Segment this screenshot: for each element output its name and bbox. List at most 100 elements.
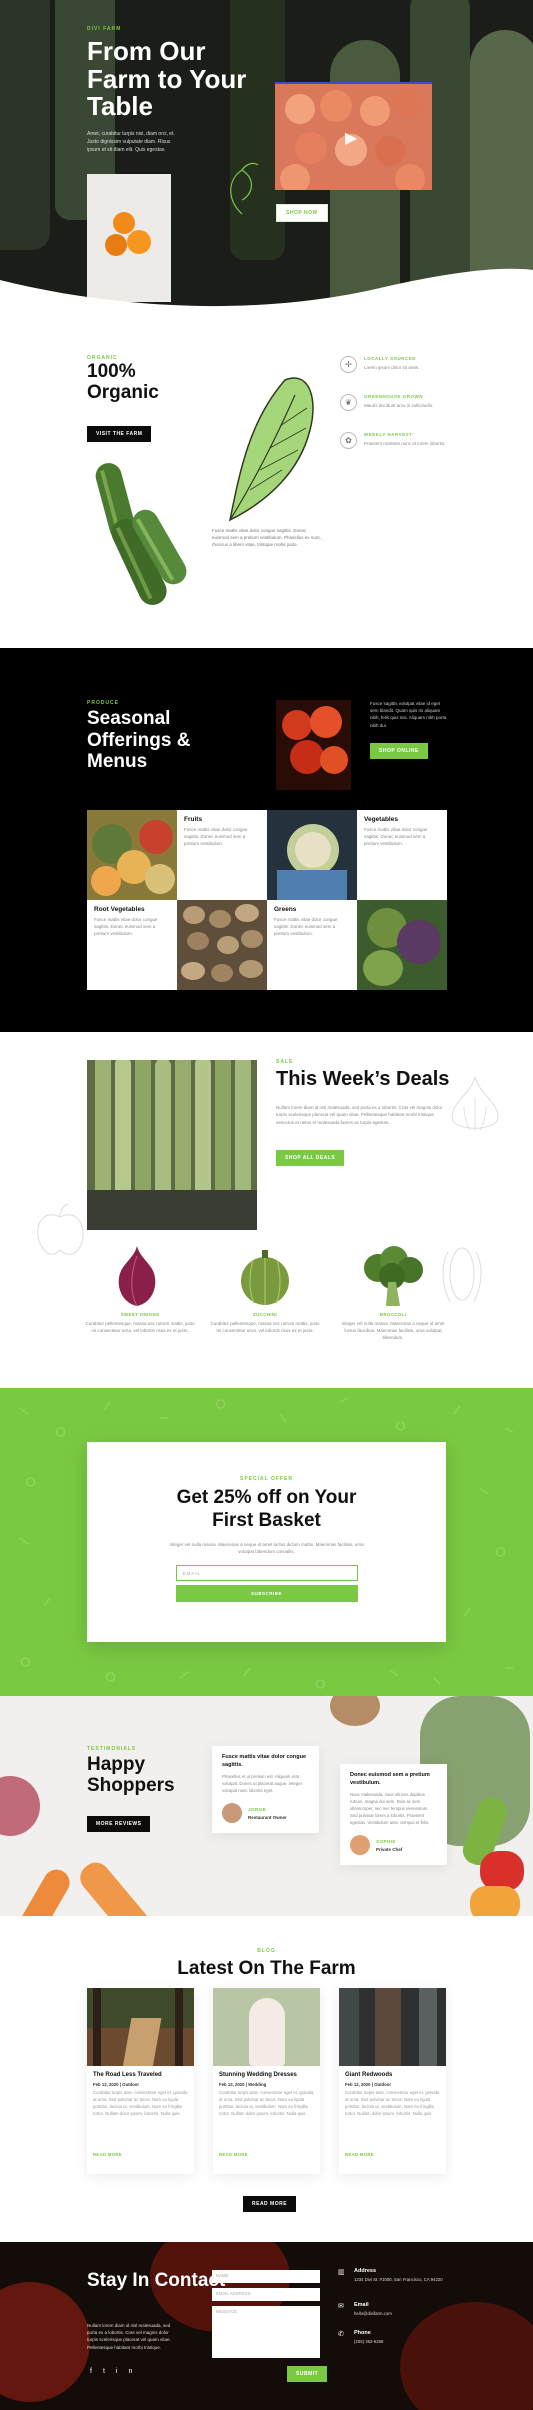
shop-now-button[interactable]: SHOP NOW xyxy=(276,204,328,222)
contact-title: Stay In Contact xyxy=(87,2270,226,2291)
post-meta: Feb 12, 2020 | Wedding xyxy=(219,2082,267,2087)
read-more-button[interactable]: READ MORE xyxy=(243,2196,297,2212)
post-image xyxy=(213,1988,320,2066)
seasonal-section: PRODUCE Seasonal Offerings & Menus Fusce… xyxy=(0,648,533,1032)
seasonal-title: Seasonal Offerings & Menus xyxy=(87,708,191,773)
contact-section: Stay In Contact Nullam lorem diam id nis… xyxy=(0,2242,533,2410)
map-icon: ▥ xyxy=(338,2269,345,2276)
post-title[interactable]: Stunning Wedding Dresses xyxy=(219,2072,297,2078)
asparagus-image xyxy=(87,1060,257,1230)
offer-section: SPECIAL OFFER Get 25% off on Your First … xyxy=(0,1388,533,1696)
deals-section: SALE This Week’s Deals Nullam lorem diam… xyxy=(0,1032,533,1388)
carrot-bg xyxy=(74,1856,156,1916)
category-text: Fusce mattis vitae dolor congue sagittis… xyxy=(274,917,338,936)
feature-title: WEEKLY HARVEST xyxy=(364,432,413,437)
hero-lead: Amet, curabitur turpis nisi, diam orci, … xyxy=(87,131,175,153)
mail-icon: ✉ xyxy=(338,2303,344,2310)
organic-section: ORGANIC 100% Organic VISIT THE FARM Fusc… xyxy=(0,320,533,648)
product-name: ZUCCHINI xyxy=(253,1312,277,1317)
post-meta: Feb 12, 2020 | Outdoor xyxy=(345,2082,392,2087)
shop-all-deals-button[interactable]: SHOP ALL DEALS xyxy=(276,1150,345,1166)
category-root-vegetables[interactable]: Root Vegetables Fusce mattis vitae dolor… xyxy=(87,900,177,990)
peaches-video[interactable]: ▶ xyxy=(275,82,432,190)
post-meta: Feb 12, 2020 | Outdoor xyxy=(93,2082,140,2087)
post-excerpt: Curabitur turpis ante, consectetur eget … xyxy=(93,2090,188,2116)
leaf-icon: ❦ xyxy=(340,394,357,411)
deal-product[interactable]: BROCCOLI Integer vel nulla massa. Maecen… xyxy=(338,1312,448,1342)
category-fruits[interactable]: Fruits Fusce mattis vitae dolor congue s… xyxy=(177,810,267,900)
hero-title: From Our Farm to Your Table xyxy=(87,36,247,122)
fruits-image xyxy=(87,810,177,900)
hero-wave xyxy=(0,268,533,320)
greens-image xyxy=(357,900,447,990)
offer-eyebrow: SPECIAL OFFER xyxy=(240,1476,293,1482)
avatar xyxy=(350,1834,370,1855)
deal-product[interactable]: SWEET ONIONS Curabitur pellentesque, mas… xyxy=(85,1312,195,1334)
pepper-bg xyxy=(470,1886,520,1916)
message-textarea[interactable]: MESSAGE xyxy=(212,2306,320,2358)
email-address-input[interactable]: EMAIL ADDRESS xyxy=(212,2288,320,2301)
category-title: Root Vegetables xyxy=(94,906,145,913)
seasonal-eyebrow: PRODUCE xyxy=(87,700,120,706)
feature-title: GREENHOUSE GROWN xyxy=(364,394,424,399)
category-title: Greens xyxy=(274,906,297,913)
blog-section: BLOG Latest On The Farm The Road Less Tr… xyxy=(0,1916,533,2242)
more-reviews-button[interactable]: MORE REVIEWS xyxy=(87,1816,151,1832)
category-text: Fusce mattis vitae dolor congue sagittis… xyxy=(184,827,248,846)
testimonial-card: Fusce mattis vitae dolor congue sagittis… xyxy=(212,1746,319,1833)
testimonials-title: Happy Shoppers xyxy=(87,1754,175,1797)
apple-doodle xyxy=(37,1203,84,1255)
contact-desc: Nullam lorem diam id nisl malesuada, sed… xyxy=(87,2323,171,2350)
submit-button[interactable]: SUBMIT xyxy=(287,2366,328,2382)
lettuce-image xyxy=(228,377,314,522)
feature-text: Mauris tincidunt arcu in sollicitudin. xyxy=(364,403,434,408)
linkedin-icon[interactable]: in xyxy=(116,2368,143,2375)
post-title[interactable]: Giant Redwoods xyxy=(345,2072,392,2078)
email-input[interactable]: EMAIL xyxy=(175,1564,358,1581)
category-text: Fusce mattis vitae dolor congue sagittis… xyxy=(364,827,428,846)
corn-doodle xyxy=(442,1247,482,1303)
potatoes-image xyxy=(177,900,267,990)
post-image xyxy=(339,1988,446,2066)
shop-online-button[interactable]: SHOP ONLINE xyxy=(370,743,428,759)
read-more-link[interactable]: READ MORE xyxy=(345,2152,374,2157)
twitter-icon[interactable]: t xyxy=(103,2368,116,2375)
facebook-icon[interactable]: f xyxy=(90,2368,103,2375)
testimonial-text: Phasellus et ut pretium est. Aliquam era… xyxy=(222,1774,303,1794)
offer-title: Get 25% off on Your First Basket xyxy=(176,1487,357,1531)
onion-image xyxy=(118,1246,156,1307)
blog-post[interactable]: Stunning Wedding Dresses Feb 12, 2020 | … xyxy=(213,1988,320,2174)
author-role: Private Chef xyxy=(376,1846,403,1852)
product-text: Curabitur pellentesque, massa nec rutrum… xyxy=(210,1321,320,1334)
category-vegetables[interactable]: Vegetables Fusce mattis vitae dolor cong… xyxy=(357,810,447,900)
post-title[interactable]: The Road Less Traveled xyxy=(93,2072,162,2078)
subscribe-button[interactable]: SUBSCRIBE xyxy=(175,1584,358,1602)
blog-post[interactable]: Giant Redwoods Feb 12, 2020 | Outdoor Cu… xyxy=(339,1988,446,2174)
tomato-bg xyxy=(0,2282,90,2402)
testimonial-quote: Fusce mattis vitae dolor congue sagittis… xyxy=(222,1754,307,1768)
read-more-link[interactable]: READ MORE xyxy=(93,2152,122,2157)
author-name: SOPHIE xyxy=(376,1838,397,1844)
blog-title: Latest On The Farm xyxy=(177,1958,356,1979)
product-text: Integer vel nulla massa. Maecenas a nequ… xyxy=(341,1321,445,1341)
play-icon[interactable]: ▶ xyxy=(345,128,357,148)
info-value: (255) 352-6258 xyxy=(354,2339,384,2344)
read-more-link[interactable]: READ MORE xyxy=(219,2152,248,2157)
post-excerpt: Curabitur turpis ante, consectetur eget … xyxy=(345,2090,440,2116)
category-greens[interactable]: Greens Fusce mattis vitae dolor congue s… xyxy=(267,900,357,990)
visit-farm-button[interactable]: VISIT THE FARM xyxy=(87,426,152,442)
post-image xyxy=(87,1988,194,2066)
name-input[interactable]: NAME xyxy=(212,2270,320,2283)
testimonials-section: TESTIMONIALS Happy Shoppers MORE REVIEWS… xyxy=(0,1696,533,1916)
sprout-doodle xyxy=(230,162,259,215)
blog-eyebrow: BLOG xyxy=(257,1948,276,1954)
asparagus-bg xyxy=(0,0,50,250)
deals-eyebrow: SALE xyxy=(276,1059,294,1065)
blog-post[interactable]: The Road Less Traveled Feb 12, 2020 | Ou… xyxy=(87,1988,194,2174)
post-excerpt: Curabitur turpis ante, consectetur eget … xyxy=(219,2090,314,2116)
testimonial-quote: Donec euismod sem a pretium vestibulum. xyxy=(350,1772,430,1786)
info-value[interactable]: hello@divifarm.com xyxy=(354,2311,444,2318)
deal-product[interactable]: ZUCCHINI Curabitur pellentesque, massa n… xyxy=(210,1312,320,1334)
info-value: 1234 Divi St. #1000, San Francisco, CA 9… xyxy=(354,2277,443,2282)
hero-section: DIVI FARM From Our Farm to Your Table Am… xyxy=(0,0,533,320)
